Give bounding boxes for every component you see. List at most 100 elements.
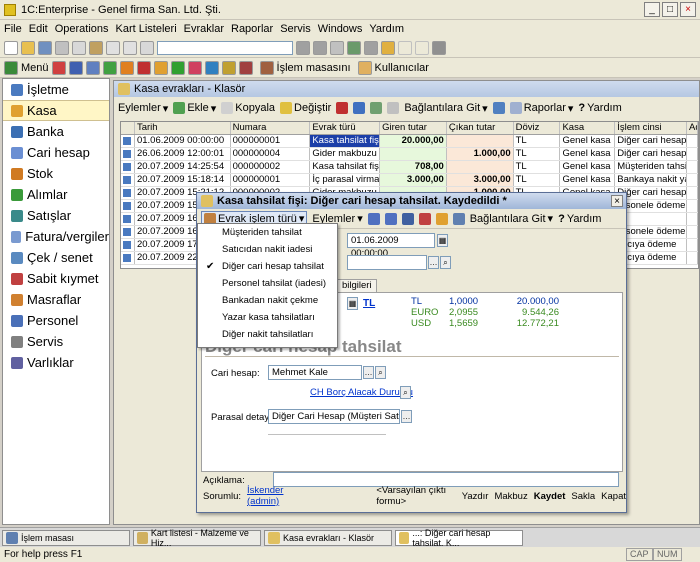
popup-item-diger-cari[interactable]: ✔ Diğer cari hesap tahsilat — [198, 258, 337, 275]
post-doc-icon[interactable] — [418, 212, 431, 225]
kasa-select-button[interactable]: … — [428, 256, 439, 269]
arrow-right-icon[interactable] — [384, 212, 397, 225]
date-field[interactable]: 01.06.2009 00:00:00 — [347, 233, 435, 259]
col-ad[interactable]: Ad — [687, 122, 698, 134]
lock-icon[interactable] — [381, 40, 395, 55]
menu-servis[interactable]: Servis — [280, 23, 311, 35]
toolbar-icon-12[interactable] — [238, 60, 253, 75]
cut-icon[interactable] — [55, 40, 69, 55]
col-evrak-turu[interactable]: Evrak türü — [310, 122, 381, 134]
sidebar-item-satislar[interactable]: Satışlar — [3, 205, 109, 226]
borc-alacak-link[interactable]: CH Borç Alacak Durumu — [310, 387, 413, 398]
post-icon[interactable] — [336, 102, 349, 114]
sidebar-item-alimlar[interactable]: Alımlar — [3, 184, 109, 205]
sidebar-item-kasa[interactable]: Kasa — [3, 100, 109, 121]
popup-item-saticidan[interactable]: Satıcıdan nakit iadesi — [198, 241, 337, 258]
menu-raporlar[interactable]: Raporlar — [231, 23, 273, 35]
popup-item-personel[interactable]: Personel tahsilat (iadesi) — [198, 275, 337, 292]
yazdir-button[interactable]: Yazdır — [462, 491, 489, 502]
cari-select-button[interactable]: … — [363, 366, 374, 379]
toolbar-icon-1[interactable] — [51, 60, 66, 75]
toolbar-icon-8[interactable] — [170, 60, 185, 75]
dialog-baglantilara-git-menu[interactable]: Bağlantılara Git ▾ — [470, 212, 553, 226]
sakla-button[interactable]: Sakla — [571, 491, 595, 502]
yardim-button[interactable]: ? Yardım — [578, 102, 621, 114]
window-icon[interactable] — [330, 40, 344, 55]
kaydet-button[interactable]: Kaydet — [534, 491, 566, 502]
copy-icon[interactable] — [72, 40, 86, 55]
toolbar-icon-2[interactable] — [68, 60, 83, 75]
minimize-button[interactable]: _ — [644, 2, 660, 17]
table-row[interactable]: 20.07.2009 14:25:54 000000002 Kasa tahsila… — [121, 161, 698, 174]
redo-icon[interactable] — [123, 40, 137, 55]
menu-evraklar[interactable]: Evraklar — [184, 23, 224, 35]
open-folder-icon[interactable] — [21, 40, 35, 55]
baglantilara-git-menu[interactable]: Bağlantılara Git ▾ — [404, 102, 487, 115]
sidebar-item-servis[interactable]: Servis — [3, 331, 109, 352]
paste-icon[interactable] — [89, 40, 103, 55]
eylemler-menu[interactable]: Eylemler ▾ — [118, 102, 168, 115]
task-kart-listesi[interactable]: Kart listesi - Malzeme ve Hiz... — [133, 528, 261, 548]
menu-yardim[interactable]: Yardım — [369, 23, 404, 35]
sidebar-item-fatura[interactable]: Fatura/vergiler — [3, 226, 109, 247]
raporlar-menu[interactable]: Raporlar ▾ — [509, 102, 573, 115]
task-tahsilat[interactable]: ...: Diğer cari hesap tahsilat. K... — [395, 528, 523, 548]
toolbar-icon-5[interactable] — [119, 60, 134, 75]
new-file-icon[interactable] — [4, 40, 18, 55]
sidebar-item-banka[interactable]: Banka — [3, 121, 109, 142]
unpost-icon[interactable] — [435, 212, 448, 225]
task-kasa-evraklari[interactable]: Kasa evrakları - Klasör — [264, 529, 392, 546]
sidebar-item-isletme[interactable]: İşletme — [3, 79, 109, 100]
sidebar-item-stok[interactable]: Stok — [3, 163, 109, 184]
toolbar-icon-4[interactable] — [102, 60, 117, 75]
tools-icon[interactable] — [432, 40, 446, 55]
islem-masasi-button[interactable]: İşlem masasını — [259, 60, 351, 75]
calculator-icon[interactable] — [364, 40, 378, 55]
filter-icon[interactable] — [353, 102, 366, 114]
calendar-icon[interactable] — [347, 40, 361, 55]
menu-edit[interactable]: Edit — [29, 23, 48, 35]
arrow-left-icon[interactable] — [367, 212, 380, 225]
find-icon[interactable] — [140, 40, 154, 55]
toolbar-icon-11[interactable] — [221, 60, 236, 75]
menu-icon[interactable] — [4, 60, 18, 75]
menu-windows[interactable]: Windows — [318, 23, 363, 35]
col-cikan-tutar[interactable]: Çıkan tutar — [447, 122, 514, 134]
parasal-select-button[interactable]: … — [401, 410, 412, 423]
find-next-icon[interactable] — [313, 40, 327, 55]
menu-file[interactable]: File — [4, 23, 22, 35]
sidebar-item-sabit-kiymet[interactable]: Sabit kıymet — [3, 268, 109, 289]
maximize-button[interactable]: □ — [662, 2, 678, 17]
export-icon[interactable] — [492, 102, 505, 114]
kasa-field[interactable] — [347, 255, 427, 270]
toolbar-icon-6[interactable] — [136, 60, 151, 75]
undo-icon[interactable] — [106, 40, 120, 55]
toolbar-icon-7[interactable] — [153, 60, 168, 75]
dialog-yardim-button[interactable]: ? Yardım — [558, 213, 601, 225]
dialog-close-button[interactable]: × — [611, 195, 623, 207]
table-row[interactable]: 26.06.2009 12:00:01 000000004 Gider makbuz… — [121, 148, 698, 161]
degistir-button[interactable]: Değiştir — [280, 102, 331, 114]
menu-button-label[interactable]: Menü — [21, 62, 49, 74]
sidebar-item-cek-senet[interactable]: Çek / senet — [3, 247, 109, 268]
cari-open-button[interactable]: ⌕ — [375, 366, 386, 379]
binoculars-icon[interactable] — [296, 40, 310, 55]
refresh-icon[interactable] — [387, 102, 400, 114]
kasa-open-button[interactable]: ⌕ — [440, 256, 451, 269]
ekle-button[interactable]: Ekle ▾ — [173, 102, 216, 115]
parasal-detay-field[interactable]: Diğer Cari Hesap (Müşteri Satıcı haric — [268, 409, 400, 424]
menu-kart-listeleri[interactable]: Kart Listeleri — [116, 23, 177, 35]
col-kasa[interactable]: Kasa — [560, 122, 616, 134]
balance-search-button[interactable]: ⌕ — [400, 386, 411, 399]
table-row[interactable]: 20.07.2009 15:18:14 000000001 İç parasal v… — [121, 174, 698, 187]
popup-item-diger-nakit[interactable]: Diğer nakit tahsilatları — [198, 326, 337, 343]
tab-bilgileri[interactable]: bilgileri — [337, 279, 377, 292]
sorumlu-link[interactable]: İskender (admin) — [247, 485, 302, 507]
sidebar-item-cari-hesap[interactable]: Cari hesap — [3, 142, 109, 163]
m-minus-icon[interactable] — [415, 40, 429, 55]
close-button[interactable]: × — [680, 2, 696, 17]
print-form-button[interactable]: <Varsayılan çıktı formu> — [376, 485, 455, 507]
popup-item-yazar-kasa[interactable]: Yazar kasa tahsilatları — [198, 309, 337, 326]
col-tarih[interactable]: Tarih — [135, 122, 231, 134]
col-numara[interactable]: Numara — [231, 122, 311, 134]
